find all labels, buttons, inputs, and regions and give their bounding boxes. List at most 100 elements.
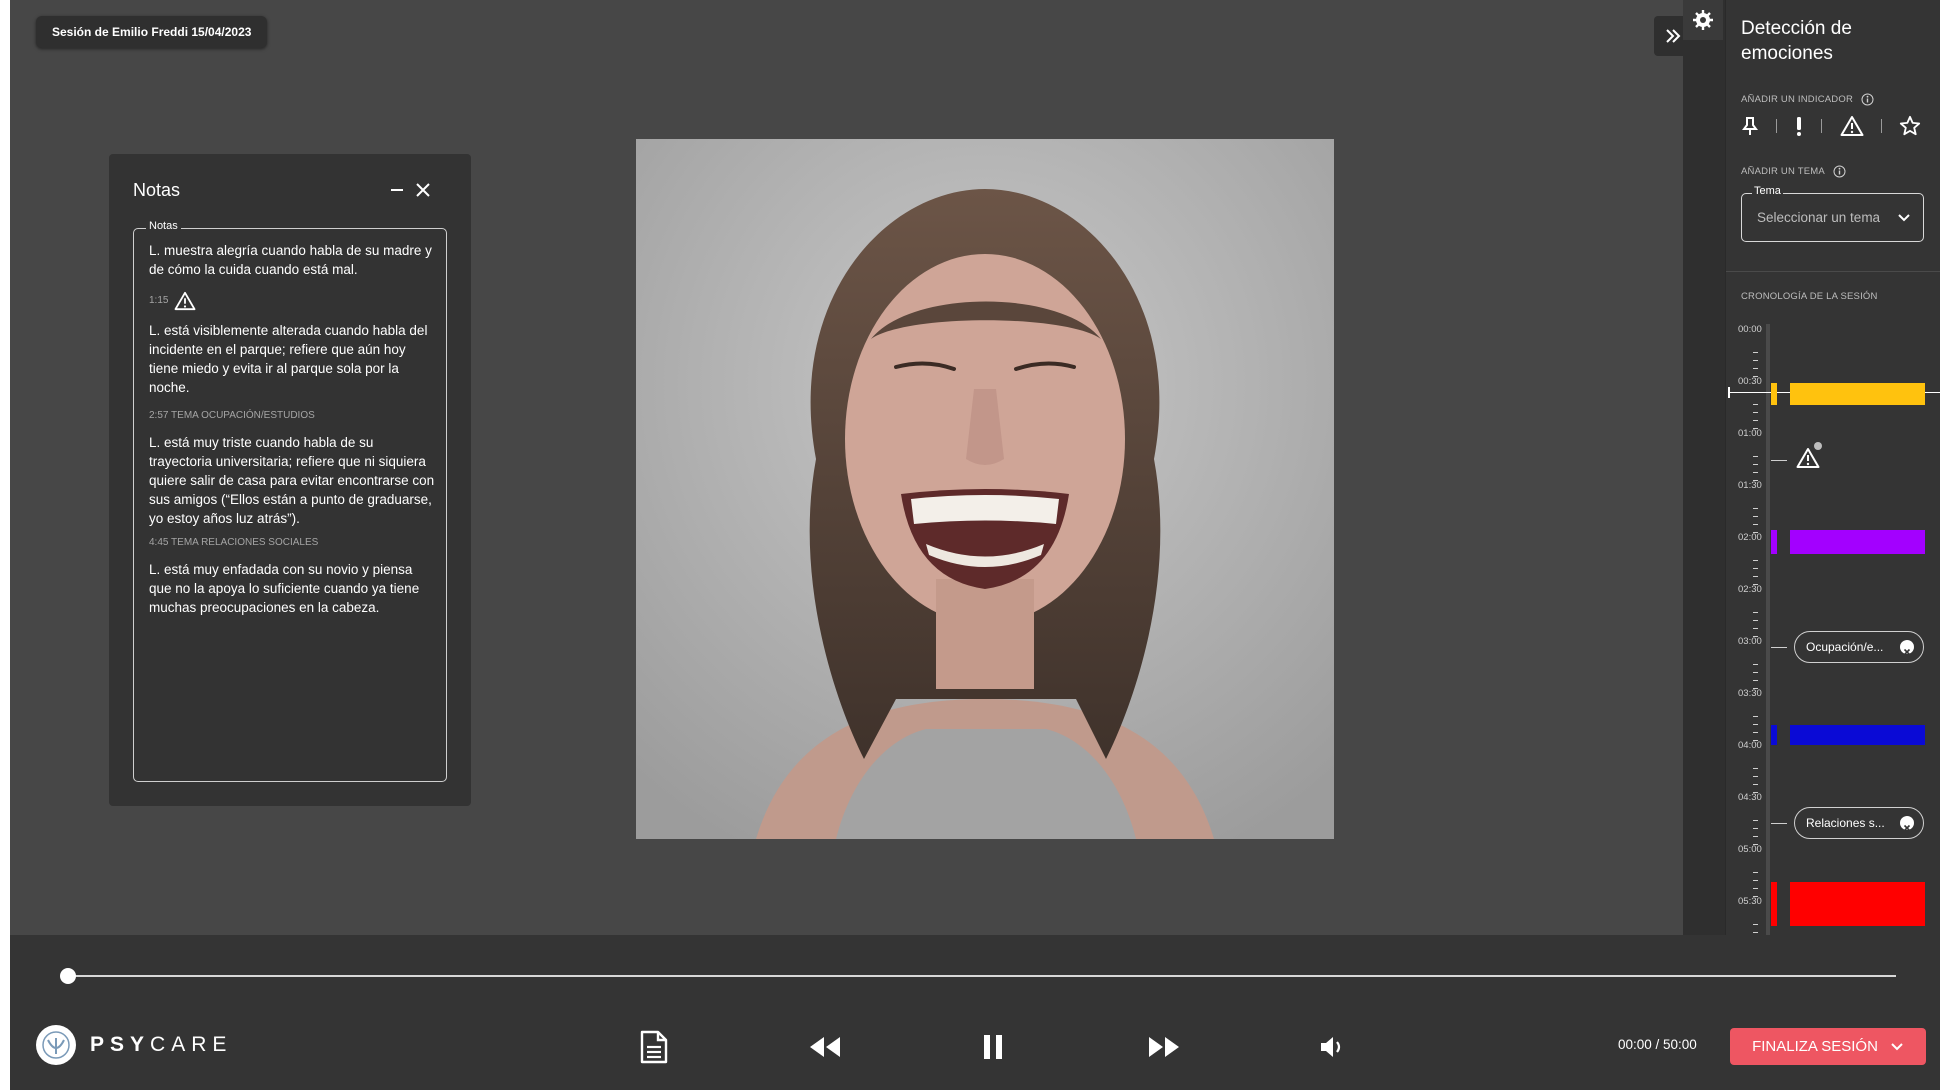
video-stage: Sesión de Emilio Freddi 15/04/2023 Notas… <box>10 0 1692 935</box>
timeline-tick <box>1753 620 1758 621</box>
timeline-tick <box>1753 740 1758 741</box>
timeline-tick <box>1753 880 1758 881</box>
timeline-tick <box>1753 532 1758 533</box>
chevron-down-icon <box>1891 1042 1903 1050</box>
timeline-tick <box>1753 792 1758 793</box>
topic-select[interactable]: Tema Seleccionar un tema <box>1741 185 1924 242</box>
timeline-tick <box>1753 820 1758 821</box>
info-icon[interactable] <box>1833 165 1846 178</box>
topic-chip-label: Relaciones s... <box>1806 816 1885 830</box>
add-indicator-heading: AÑADIR UN INDICADOR <box>1741 93 1874 106</box>
timeline-time: 04:30 <box>1738 792 1762 803</box>
warning-icon[interactable] <box>1840 115 1864 137</box>
timeline-tick <box>1753 888 1758 889</box>
timeline-tick <box>1753 636 1758 637</box>
timeline-tick <box>1753 560 1758 561</box>
timeline-time: 02:30 <box>1738 584 1762 595</box>
note-meta: 1:15 <box>149 291 436 311</box>
timeline-tick <box>1753 664 1758 665</box>
brand-name: PSYCARE <box>90 1033 232 1057</box>
timeline-tick <box>1753 776 1758 777</box>
separator <box>1776 119 1778 133</box>
close-icon[interactable] <box>411 178 435 202</box>
timeline-tick <box>1753 456 1758 457</box>
player-bar: PSYCARE 00:00 / 50:00 FINALIZA SESIÓN <box>10 935 1940 1090</box>
separator <box>1821 119 1823 133</box>
timeline-heading: CRONOLOGÍA DE LA SESIÓN <box>1741 291 1878 302</box>
progress-slider[interactable] <box>60 968 1896 984</box>
topic-chip[interactable]: Relaciones s... <box>1794 807 1924 839</box>
timeline-tick <box>1753 716 1758 717</box>
timeline-tick <box>1753 844 1758 845</box>
star-icon[interactable] <box>1899 115 1921 137</box>
timeline-tick <box>1753 672 1758 673</box>
separator <box>1880 119 1882 133</box>
marker-connector <box>1771 460 1787 461</box>
close-icon[interactable] <box>1900 816 1914 832</box>
finish-session-button[interactable]: FINALIZA SESIÓN <box>1730 1028 1926 1065</box>
warning-icon <box>175 291 196 311</box>
settings-tab[interactable] <box>1683 0 1723 40</box>
timeline-tick <box>1753 924 1758 925</box>
note-text: L. está visiblemente alterada cuando hab… <box>149 323 428 395</box>
minimize-icon[interactable] <box>385 178 409 202</box>
timeline-tick <box>1753 404 1758 405</box>
timeline-tick <box>1753 932 1758 933</box>
topic-chip[interactable]: Ocupación/e... <box>1794 631 1924 663</box>
add-topic-label: AÑADIR UN TEMA <box>1741 166 1825 177</box>
timeline-time: 05:00 <box>1738 844 1762 855</box>
rewind-button[interactable] <box>805 1029 845 1065</box>
timeline-tick <box>1753 524 1758 525</box>
timeline-tick <box>1753 376 1758 377</box>
timeline-tick <box>1753 768 1758 769</box>
double-chevron-right-icon <box>1666 29 1681 43</box>
timeline-tick <box>1753 836 1758 837</box>
volume-icon <box>1321 1037 1341 1057</box>
video-frame[interactable] <box>636 139 1334 839</box>
info-icon[interactable] <box>1861 93 1874 106</box>
emotion-bar-yellow <box>1771 383 1777 405</box>
emotion-bar-purple <box>1771 530 1777 554</box>
add-topic-heading: AÑADIR UN TEMA <box>1741 165 1846 178</box>
note-time: 1:15 <box>149 295 169 306</box>
time-readout: 00:00 / 50:00 <box>1618 1037 1697 1052</box>
emotion-segment-blue[interactable] <box>1790 725 1925 745</box>
rewind-icon <box>810 1037 840 1057</box>
notes-textarea[interactable]: Notas L. muestra alegría cuando habla de… <box>133 220 447 782</box>
volume-button[interactable] <box>1314 1029 1350 1065</box>
notes-content: L. muestra alegría cuando habla de su ma… <box>149 241 436 625</box>
notes-document-button[interactable] <box>636 1029 672 1065</box>
progress-knob[interactable] <box>60 968 76 984</box>
emotion-segment-yellow[interactable] <box>1790 383 1925 405</box>
timeline-time: 00:30 <box>1738 376 1762 387</box>
topic-chip-label: Ocupación/e... <box>1806 640 1884 654</box>
emotion-detection-panel: Detección de emociones AÑADIR UN INDICAD… <box>1725 0 1940 935</box>
marker-connector <box>1771 823 1787 824</box>
warning-icon[interactable] <box>1796 441 1826 471</box>
pause-button[interactable] <box>975 1029 1011 1065</box>
session-label: Sesión de Emilio Freddi 15/04/2023 <box>36 16 268 48</box>
topic-field-label: Tema <box>1752 185 1783 197</box>
timeline-time: 05:30 <box>1738 896 1762 907</box>
timeline-time: 01:00 <box>1738 428 1762 439</box>
notes-title: Notas <box>133 180 181 200</box>
playhead-marker[interactable] <box>1728 387 1730 398</box>
timeline-tick <box>1753 412 1758 413</box>
finish-session-label: FINALIZA SESIÓN <box>1752 1038 1878 1055</box>
panel-title: Detección de emociones <box>1741 18 1852 64</box>
emotion-segment-purple[interactable] <box>1790 530 1925 554</box>
timeline-tick <box>1753 680 1758 681</box>
close-icon[interactable] <box>1900 640 1914 656</box>
pin-icon[interactable] <box>1741 116 1759 136</box>
notes-field-label: Notas <box>146 220 181 232</box>
fast-forward-button[interactable] <box>1144 1029 1184 1065</box>
note-text: L. muestra alegría cuando habla de su ma… <box>149 243 432 277</box>
timeline-tick <box>1753 872 1758 873</box>
timeline-time: 02:00 <box>1738 532 1762 543</box>
session-timeline[interactable]: 00:00 00:30 01:00 01:30 02:00 02:30 03:0… <box>1726 320 1940 935</box>
emotion-segment-red[interactable] <box>1790 882 1925 926</box>
timeline-time: 03:30 <box>1738 688 1762 699</box>
panel-side-strip <box>1683 0 1725 935</box>
exclamation-icon[interactable] <box>1794 116 1804 136</box>
emotion-bar-blue <box>1771 725 1777 745</box>
